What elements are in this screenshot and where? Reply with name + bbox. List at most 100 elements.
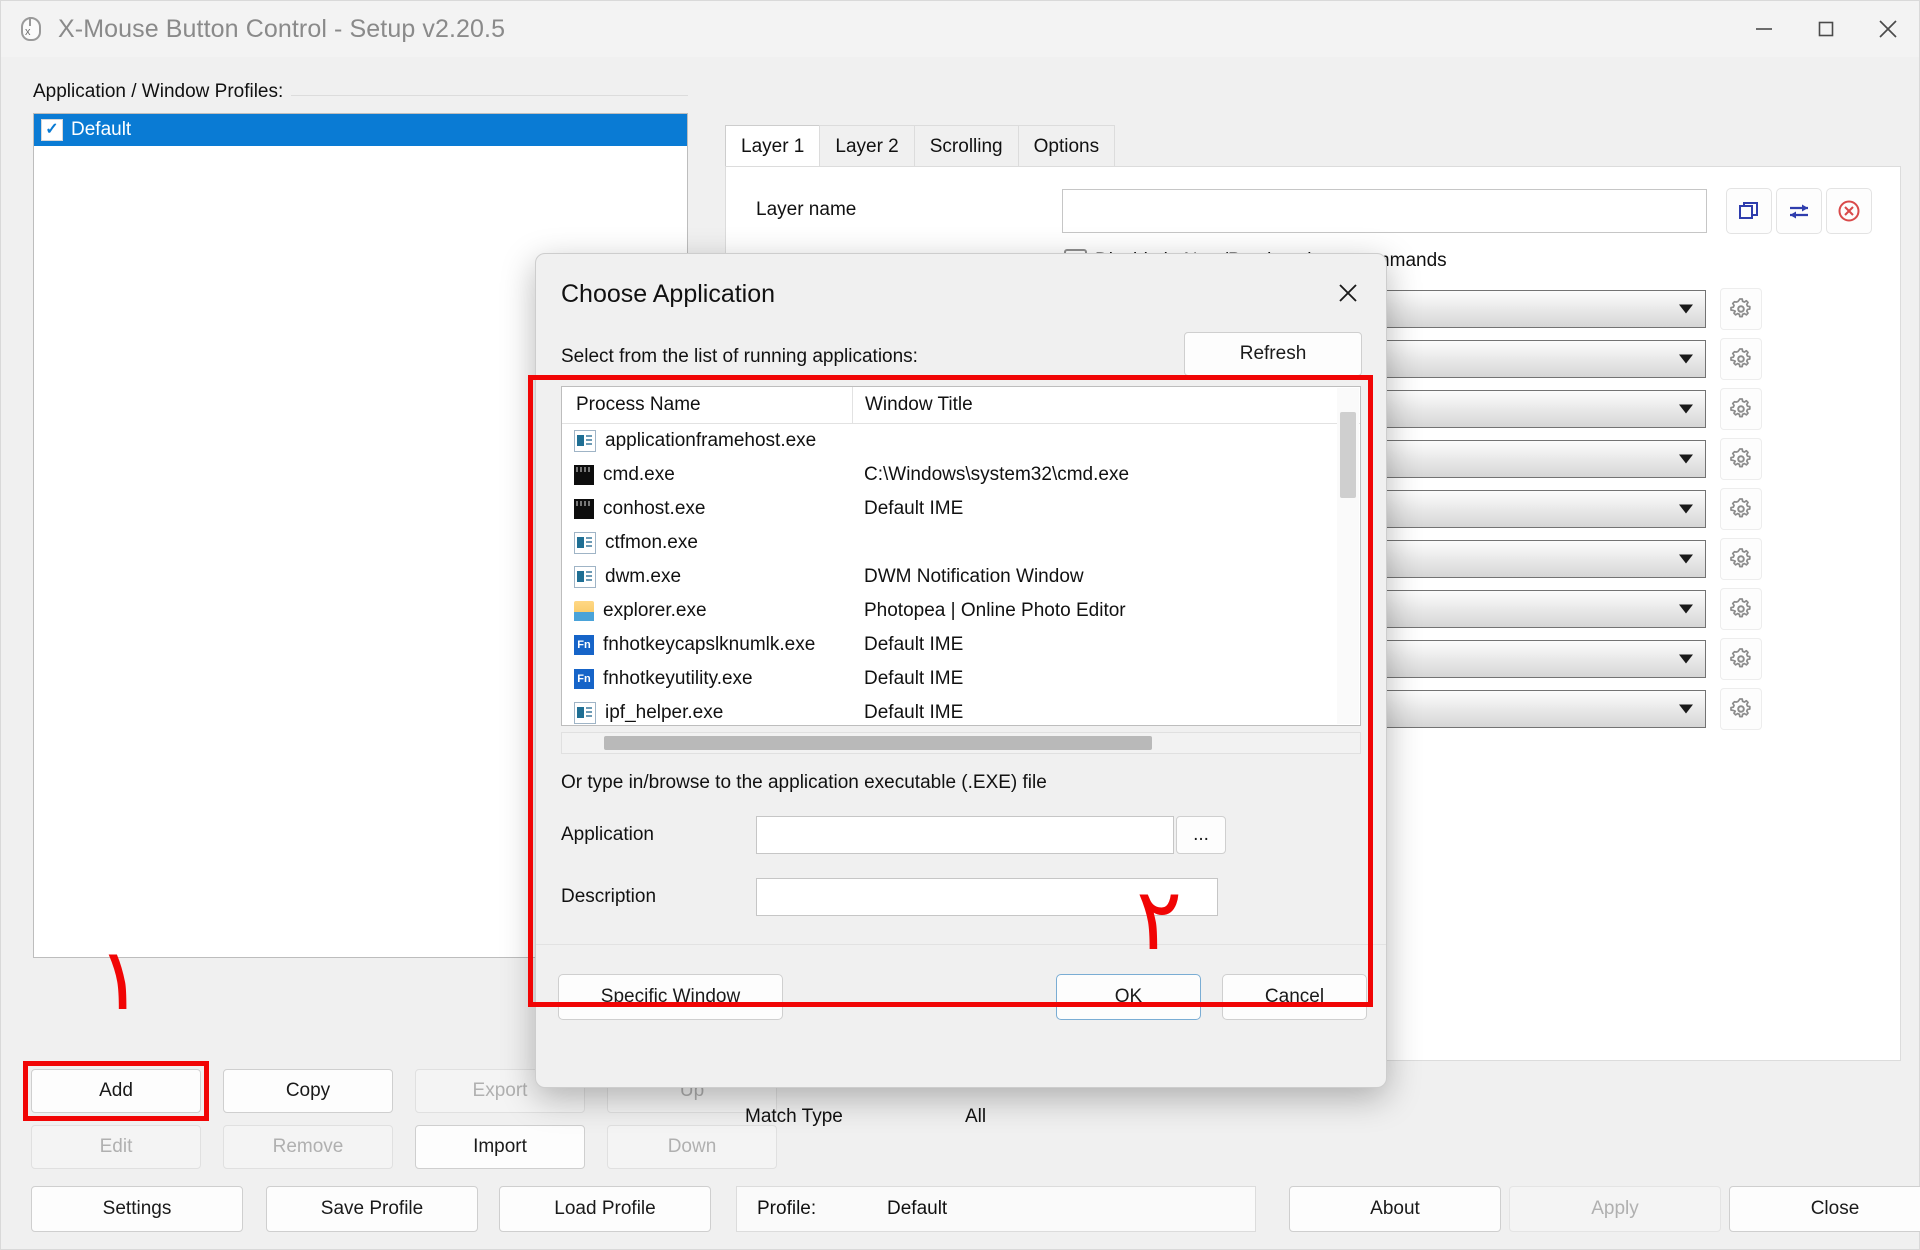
listview-header: Process Name Window Title [562, 387, 1360, 424]
ok-button-label: OK [1115, 986, 1142, 1008]
gear-icon[interactable] [1720, 288, 1762, 330]
chevron-down-icon [1679, 705, 1693, 714]
edit-button: Edit [31, 1125, 201, 1169]
swap-layers-icon[interactable] [1776, 188, 1822, 234]
tab-scrolling-label: Scrolling [930, 136, 1003, 158]
tab-layer-2[interactable]: Layer 2 [819, 125, 914, 167]
process-name: cmd.exe [603, 464, 675, 486]
window-title: X-Mouse Button Control - Setup v2.20.5 [58, 15, 505, 44]
about-button-label: About [1370, 1198, 1420, 1220]
process-name: dwm.exe [605, 566, 681, 588]
profile-checkbox[interactable]: ✓ [41, 119, 63, 141]
gear-icon[interactable] [1720, 488, 1762, 530]
layer-name-input[interactable] [1062, 189, 1707, 233]
table-row[interactable]: explorer.exe Photopea | Online Photo Edi… [562, 594, 1360, 628]
dialog-title: Choose Application [561, 280, 775, 309]
remove-button: Remove [223, 1125, 393, 1169]
maximize-button[interactable] [1795, 1, 1857, 57]
export-button-label: Export [473, 1080, 528, 1102]
tab-options-label: Options [1034, 136, 1099, 158]
settings-button-label: Settings [103, 1198, 172, 1220]
chevron-down-icon [1679, 555, 1693, 564]
gear-icon[interactable] [1720, 538, 1762, 580]
generic-app-icon [574, 566, 596, 588]
close-button[interactable] [1857, 1, 1919, 57]
save-profile-button-label: Save Profile [321, 1198, 423, 1220]
dialog-divider [536, 944, 1386, 945]
about-button[interactable]: About [1289, 1186, 1501, 1232]
gear-icon[interactable] [1720, 588, 1762, 630]
console-icon [574, 499, 594, 519]
gear-icon[interactable] [1720, 338, 1762, 380]
profile-name: Default [71, 119, 131, 141]
generic-app-icon [574, 430, 596, 452]
list-item[interactable]: ✓ Default [34, 114, 687, 146]
ok-button[interactable]: OK [1056, 974, 1201, 1020]
table-row[interactable]: Fnfnhotkeycapslknumlk.exe Default IME [562, 628, 1360, 662]
settings-button[interactable]: Settings [31, 1186, 243, 1232]
application-input[interactable] [756, 816, 1174, 854]
scrollbar-thumb[interactable] [1340, 412, 1356, 498]
table-row[interactable]: conhost.exe Default IME [562, 492, 1360, 526]
process-name: ctfmon.exe [605, 532, 698, 554]
remove-button-label: Remove [273, 1136, 344, 1158]
choose-application-dialog: Choose Application Select from the list … [535, 253, 1387, 1088]
refresh-button-label: Refresh [1240, 343, 1307, 365]
column-process-name[interactable]: Process Name [562, 394, 852, 416]
gear-icon[interactable] [1720, 388, 1762, 430]
table-row[interactable]: ipf_helper.exe Default IME [562, 696, 1360, 726]
match-type-label: Match Type [725, 1106, 965, 1128]
load-profile-button[interactable]: Load Profile [499, 1186, 711, 1232]
listview-horizontal-scrollbar[interactable] [561, 732, 1361, 754]
add-button[interactable]: Add [31, 1069, 201, 1113]
fn-icon: Fn [574, 669, 594, 689]
gear-icon[interactable] [1720, 638, 1762, 680]
save-profile-button[interactable]: Save Profile [266, 1186, 478, 1232]
browse-button[interactable]: ... [1176, 816, 1226, 854]
chevron-down-icon [1679, 355, 1693, 364]
dialog-close-icon[interactable] [1326, 272, 1370, 314]
window-title: Default IME [852, 668, 963, 690]
close-profile-button[interactable]: Close [1729, 1186, 1920, 1232]
specific-window-button[interactable]: Specific Window [558, 974, 783, 1020]
tab-options[interactable]: Options [1018, 125, 1115, 167]
process-name: fnhotkeycapslknumlk.exe [603, 634, 815, 656]
chevron-down-icon [1679, 605, 1693, 614]
scrollbar-thumb[interactable] [604, 736, 1152, 750]
import-button-label: Import [473, 1136, 527, 1158]
browse-button-label: ... [1193, 824, 1209, 846]
clear-layer-icon[interactable] [1826, 188, 1872, 234]
gear-icon[interactable] [1720, 688, 1762, 730]
refresh-button[interactable]: Refresh [1184, 332, 1362, 376]
tab-layer-1[interactable]: Layer 1 [725, 125, 820, 167]
listview-vertical-scrollbar[interactable] [1337, 388, 1359, 724]
copy-layer-icon[interactable] [1726, 188, 1772, 234]
apply-button-label: Apply [1591, 1198, 1639, 1220]
import-button[interactable]: Import [415, 1125, 585, 1169]
process-name: explorer.exe [603, 600, 707, 622]
table-row[interactable]: ctfmon.exe [562, 526, 1360, 560]
window-title: Default IME [852, 634, 963, 656]
edit-button-label: Edit [100, 1136, 133, 1158]
current-profile-field: Profile: Default [736, 1186, 1256, 1232]
current-profile-value: Default [887, 1198, 947, 1220]
table-row[interactable]: Fnfnhotkeyutility.exe Default IME [562, 662, 1360, 696]
column-window-title[interactable]: Window Title [852, 387, 973, 423]
running-applications-listview[interactable]: Process Name Window Title applicationfra… [561, 386, 1361, 726]
xmouse-main-window: x X-Mouse Button Control - Setup v2.20.5… [0, 0, 1920, 1250]
tab-scrolling[interactable]: Scrolling [914, 125, 1019, 167]
chevron-down-icon [1679, 505, 1693, 514]
annotation-number-1: ۱ [97, 937, 143, 1023]
table-row[interactable]: dwm.exe DWM Notification Window [562, 560, 1360, 594]
add-button-label: Add [99, 1080, 133, 1102]
cancel-button[interactable]: Cancel [1222, 974, 1367, 1020]
table-row[interactable]: applicationframehost.exe [562, 424, 1360, 458]
profiles-group-label: Application / Window Profiles: [33, 81, 291, 103]
minimize-button[interactable] [1733, 1, 1795, 57]
gear-icon[interactable] [1720, 438, 1762, 480]
window-title: Default IME [852, 498, 963, 520]
process-name: conhost.exe [603, 498, 705, 520]
table-row[interactable]: cmd.exe C:\Windows\system32\cmd.exe [562, 458, 1360, 492]
specific-window-button-label: Specific Window [601, 986, 740, 1008]
copy-button[interactable]: Copy [223, 1069, 393, 1113]
